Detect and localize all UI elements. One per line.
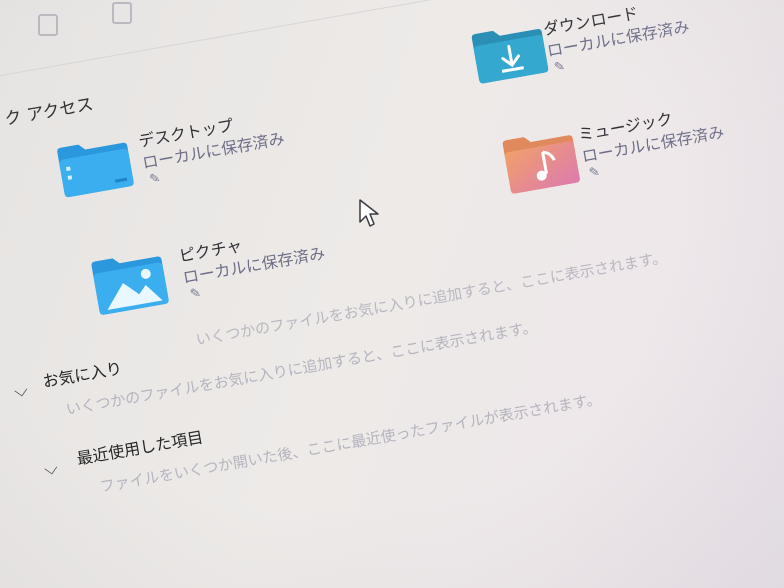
desktop-folder-icon (57, 142, 134, 198)
favorites-title[interactable]: お気に入り (41, 355, 124, 393)
pin-icon[interactable]: ✎ (189, 286, 202, 303)
downloads-folder-icon (471, 29, 549, 84)
music-folder-icon (502, 135, 580, 194)
chevron-down-icon[interactable]: ⌵ (12, 379, 29, 402)
mouse-pointer-icon (359, 199, 379, 227)
content-plane: ク アクセス デスクトップ ローカルに保存済み ✎ ピクチャ ローカルに保存済み… (0, 0, 784, 579)
pin-icon[interactable]: ✎ (148, 171, 161, 188)
file-explorer-window: ク アクセス デスクトップ ローカルに保存済み ✎ ピクチャ ローカルに保存済み… (0, 0, 784, 588)
pictures-folder-icon (91, 256, 169, 315)
quick-access-title: ク アクセス (3, 94, 95, 130)
chevron-down-icon[interactable]: ⌵ (42, 457, 59, 480)
pin-icon[interactable]: ✎ (553, 59, 566, 76)
pin-icon[interactable]: ✎ (588, 165, 601, 182)
